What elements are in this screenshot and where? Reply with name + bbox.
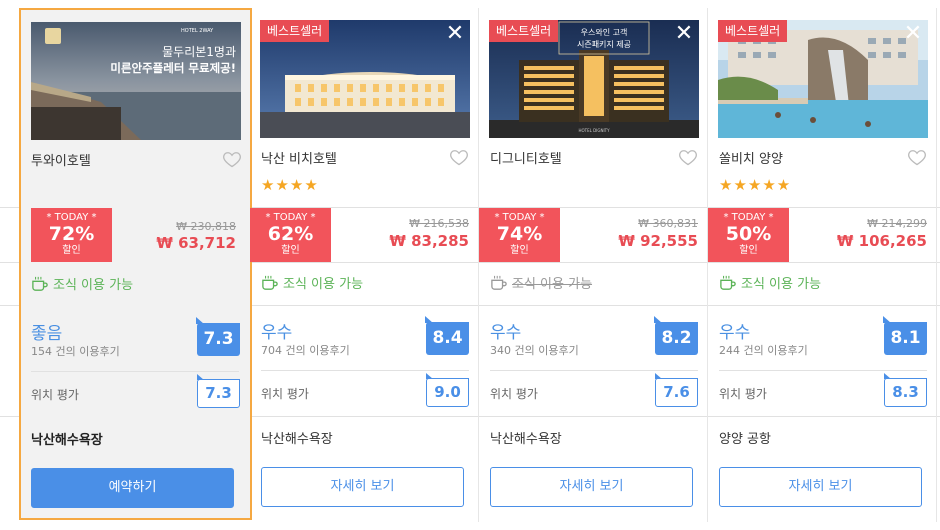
location-rating-label: 위치 평가 (490, 387, 538, 401)
hotel-name[interactable]: 낙산 비치호텔 (261, 148, 337, 167)
hotel-photo: HOTEL 2WAY 물두리본1명과 미른안주플레터 무료제공! (31, 22, 241, 140)
review-count[interactable]: 244 건의 이용후기 (719, 342, 808, 358)
breakfast-info-unavailable: 조식 이용 가능 (490, 273, 592, 292)
view-details-button[interactable]: 자세히 보기 (719, 467, 922, 507)
discount-suffix: 할인 (62, 245, 81, 256)
rating-grade: 우수 (719, 323, 751, 343)
close-icon[interactable]: ✕ (902, 23, 924, 45)
heart-icon[interactable] (907, 147, 927, 167)
discount-suffix: 할인 (281, 245, 300, 256)
bestseller-badge: 베스트셀러 (260, 20, 330, 42)
rating-grade: 우수 (490, 323, 522, 343)
today-label: * TODAY * (46, 212, 97, 223)
svg-text:미른안주플레터 무료제공!: 미른안주플레터 무료제공! (110, 61, 236, 75)
divider (31, 371, 239, 372)
coffee-cup-icon (262, 275, 278, 290)
sale-price: ₩ 63,712 (156, 234, 236, 252)
view-details-button[interactable]: 자세히 보기 (490, 467, 693, 507)
discount-percent: 62% (267, 223, 314, 245)
divider (261, 370, 469, 371)
rating-score: 8.1 (883, 316, 927, 355)
bestseller-badge: 베스트셀러 (489, 20, 559, 42)
coffee-cup-icon (720, 275, 736, 290)
today-discount-badge: * TODAY * 72% 할인 (31, 208, 112, 262)
svg-text:시즌패키지 제공: 시즌패키지 제공 (577, 39, 631, 49)
rating-score: 8.2 (654, 316, 698, 355)
original-price: ₩ 230,818 (176, 220, 236, 233)
location-score: 8.3 (884, 373, 927, 407)
hotel-name[interactable]: 쏠비치 양양 (719, 148, 783, 167)
original-price: ₩ 360,831 (638, 217, 698, 230)
location-score: 7.3 (197, 374, 240, 408)
heart-icon[interactable] (678, 147, 698, 167)
bestseller-badge: 베스트셀러 (718, 20, 788, 42)
nearby-landmark: 양양 공항 (719, 432, 771, 447)
reserve-button[interactable]: 예약하기 (31, 468, 234, 508)
discount-suffix: 할인 (510, 245, 529, 256)
svg-text:우스와인 고객: 우스와인 고객 (581, 27, 628, 37)
close-icon[interactable]: ✕ (444, 23, 466, 45)
svg-text:HOTEL DIGNITY: HOTEL DIGNITY (578, 128, 610, 133)
svg-text:물두리본1명과: 물두리본1명과 (162, 45, 236, 59)
rating-score: 7.3 (196, 317, 240, 356)
discount-percent: 50% (725, 223, 772, 245)
divider (490, 370, 698, 371)
today-discount-badge: * TODAY * 74% 할인 (479, 208, 560, 262)
hotel-card[interactable]: 우스와인 고객 시즌패키지 제공 HOTEL DIGNITY 베스트셀러 ✕ 디… (479, 0, 708, 530)
hotel-card-selected[interactable]: HOTEL 2WAY 물두리본1명과 미른안주플레터 무료제공! 투와이호텔 *… (19, 8, 252, 520)
hotel-name[interactable]: 투와이호텔 (31, 150, 91, 169)
nearby-landmark: 낙산해수욕장 (490, 432, 562, 447)
review-count[interactable]: 154 건의 이용후기 (31, 343, 120, 359)
hotel-thumbnail[interactable]: HOTEL 2WAY 물두리본1명과 미른안주플레터 무료제공! (31, 22, 241, 140)
original-price: ₩ 216,538 (409, 217, 469, 230)
rating-grade: 우수 (261, 323, 293, 343)
breakfast-label: 조식 이용 가능 (741, 277, 822, 292)
sale-price: ₩ 83,285 (389, 232, 469, 250)
hotel-thumbnail[interactable]: 베스트셀러 ✕ (718, 20, 928, 138)
location-score: 9.0 (426, 373, 469, 407)
location-rating-label: 위치 평가 (719, 387, 767, 401)
location-score: 7.6 (655, 373, 698, 407)
discount-suffix: 할인 (739, 245, 758, 256)
coffee-cup-icon (32, 276, 48, 291)
view-details-button[interactable]: 자세히 보기 (261, 467, 464, 507)
divider (719, 370, 927, 371)
original-price: ₩ 214,299 (867, 217, 927, 230)
discount-percent: 72% (48, 223, 95, 245)
today-label: * TODAY * (723, 212, 774, 223)
hotel-card[interactable]: 베스트셀러 ✕ 쏠비치 양양 ★★★★★ * TODAY * 50% 할인 ₩ … (708, 0, 937, 530)
sale-price: ₩ 106,265 (836, 232, 927, 250)
star-rating: ★★★★ (261, 176, 319, 194)
breakfast-info: 조식 이용 가능 (31, 274, 133, 293)
nearby-landmark: 낙산해수욕장 (261, 432, 333, 447)
star-rating: ★★★★★ (719, 176, 792, 194)
today-discount-badge: * TODAY * 50% 할인 (708, 208, 789, 262)
location-rating-label: 위치 평가 (261, 387, 309, 401)
hotel-thumbnail[interactable]: 우스와인 고객 시즌패키지 제공 HOTEL DIGNITY 베스트셀러 ✕ (489, 20, 699, 138)
today-label: * TODAY * (494, 212, 545, 223)
hotel-name[interactable]: 디그니티호텔 (490, 148, 562, 167)
rating-score: 8.4 (425, 316, 469, 355)
today-discount-badge: * TODAY * 62% 할인 (250, 208, 331, 262)
hotel-card[interactable]: 베스트셀러 ✕ 낙산 비치호텔 ★★★★ * TODAY * 62% 할인 ₩ … (250, 0, 479, 530)
coffee-cup-icon (491, 275, 507, 290)
review-count[interactable]: 704 건의 이용후기 (261, 342, 350, 358)
breakfast-label: 조식 이용 가능 (283, 277, 364, 292)
close-icon[interactable]: ✕ (673, 23, 695, 45)
heart-icon[interactable] (222, 149, 242, 169)
breakfast-label: 조식 이용 가능 (512, 277, 593, 292)
discount-percent: 74% (496, 223, 543, 245)
review-count[interactable]: 340 건의 이용후기 (490, 342, 579, 358)
sale-price: ₩ 92,555 (618, 232, 698, 250)
svg-text:HOTEL 2WAY: HOTEL 2WAY (181, 28, 214, 34)
heart-icon[interactable] (449, 147, 469, 167)
breakfast-label: 조식 이용 가능 (53, 278, 134, 293)
breakfast-info: 조식 이용 가능 (261, 273, 363, 292)
location-rating-label: 위치 평가 (31, 388, 79, 402)
nearby-landmark: 낙산해수욕장 (31, 433, 103, 448)
rating-grade: 좋음 (31, 324, 63, 344)
today-label: * TODAY * (265, 212, 316, 223)
breakfast-info: 조식 이용 가능 (719, 273, 821, 292)
hotel-thumbnail[interactable]: 베스트셀러 ✕ (260, 20, 470, 138)
